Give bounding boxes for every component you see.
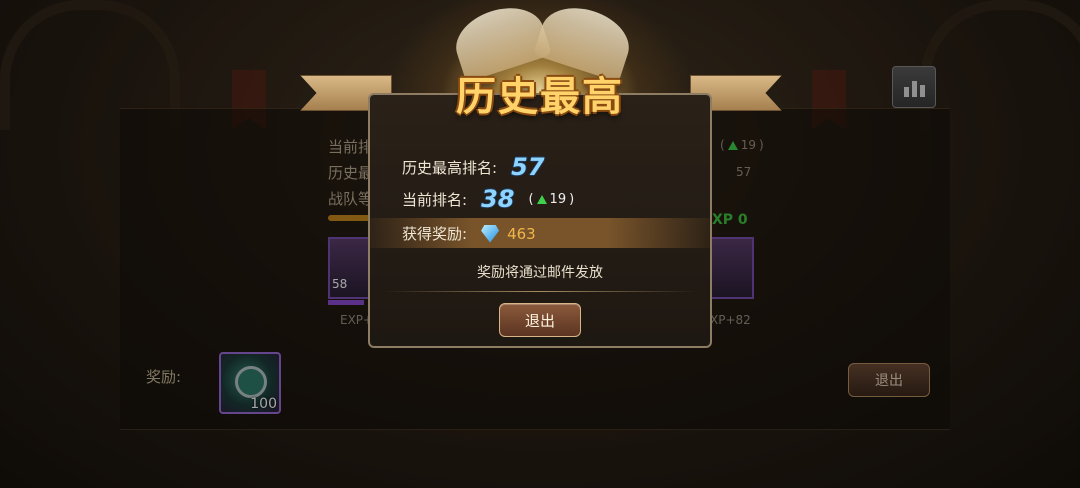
current-rank-value: 38 — [481, 185, 515, 213]
rank-change-value: 19 — [549, 191, 567, 207]
modal-divider — [384, 291, 696, 292]
diamond-icon — [481, 224, 500, 243]
modal-title: 历史最高 — [456, 74, 624, 120]
up-arrow-icon — [536, 194, 547, 204]
rank-change: ( 19 ) — [528, 191, 575, 207]
best-rank-label: 历史最高排名: — [402, 158, 498, 177]
current-rank-label: 当前排名: — [402, 190, 468, 209]
best-rank-row: 历史最高排名: 57 — [402, 153, 544, 181]
reward-label: 获得奖励: — [402, 225, 468, 243]
mail-notice: 奖励将通过邮件发放 — [477, 265, 603, 281]
exit-button[interactable]: 退出 — [499, 303, 581, 337]
reward-row: 获得奖励: 463 — [402, 223, 536, 244]
current-rank-row: 当前排名: 38 ( 19 ) — [402, 185, 574, 213]
reward-diamond-count: 463 — [507, 224, 536, 243]
best-rank-value: 57 — [511, 153, 545, 181]
